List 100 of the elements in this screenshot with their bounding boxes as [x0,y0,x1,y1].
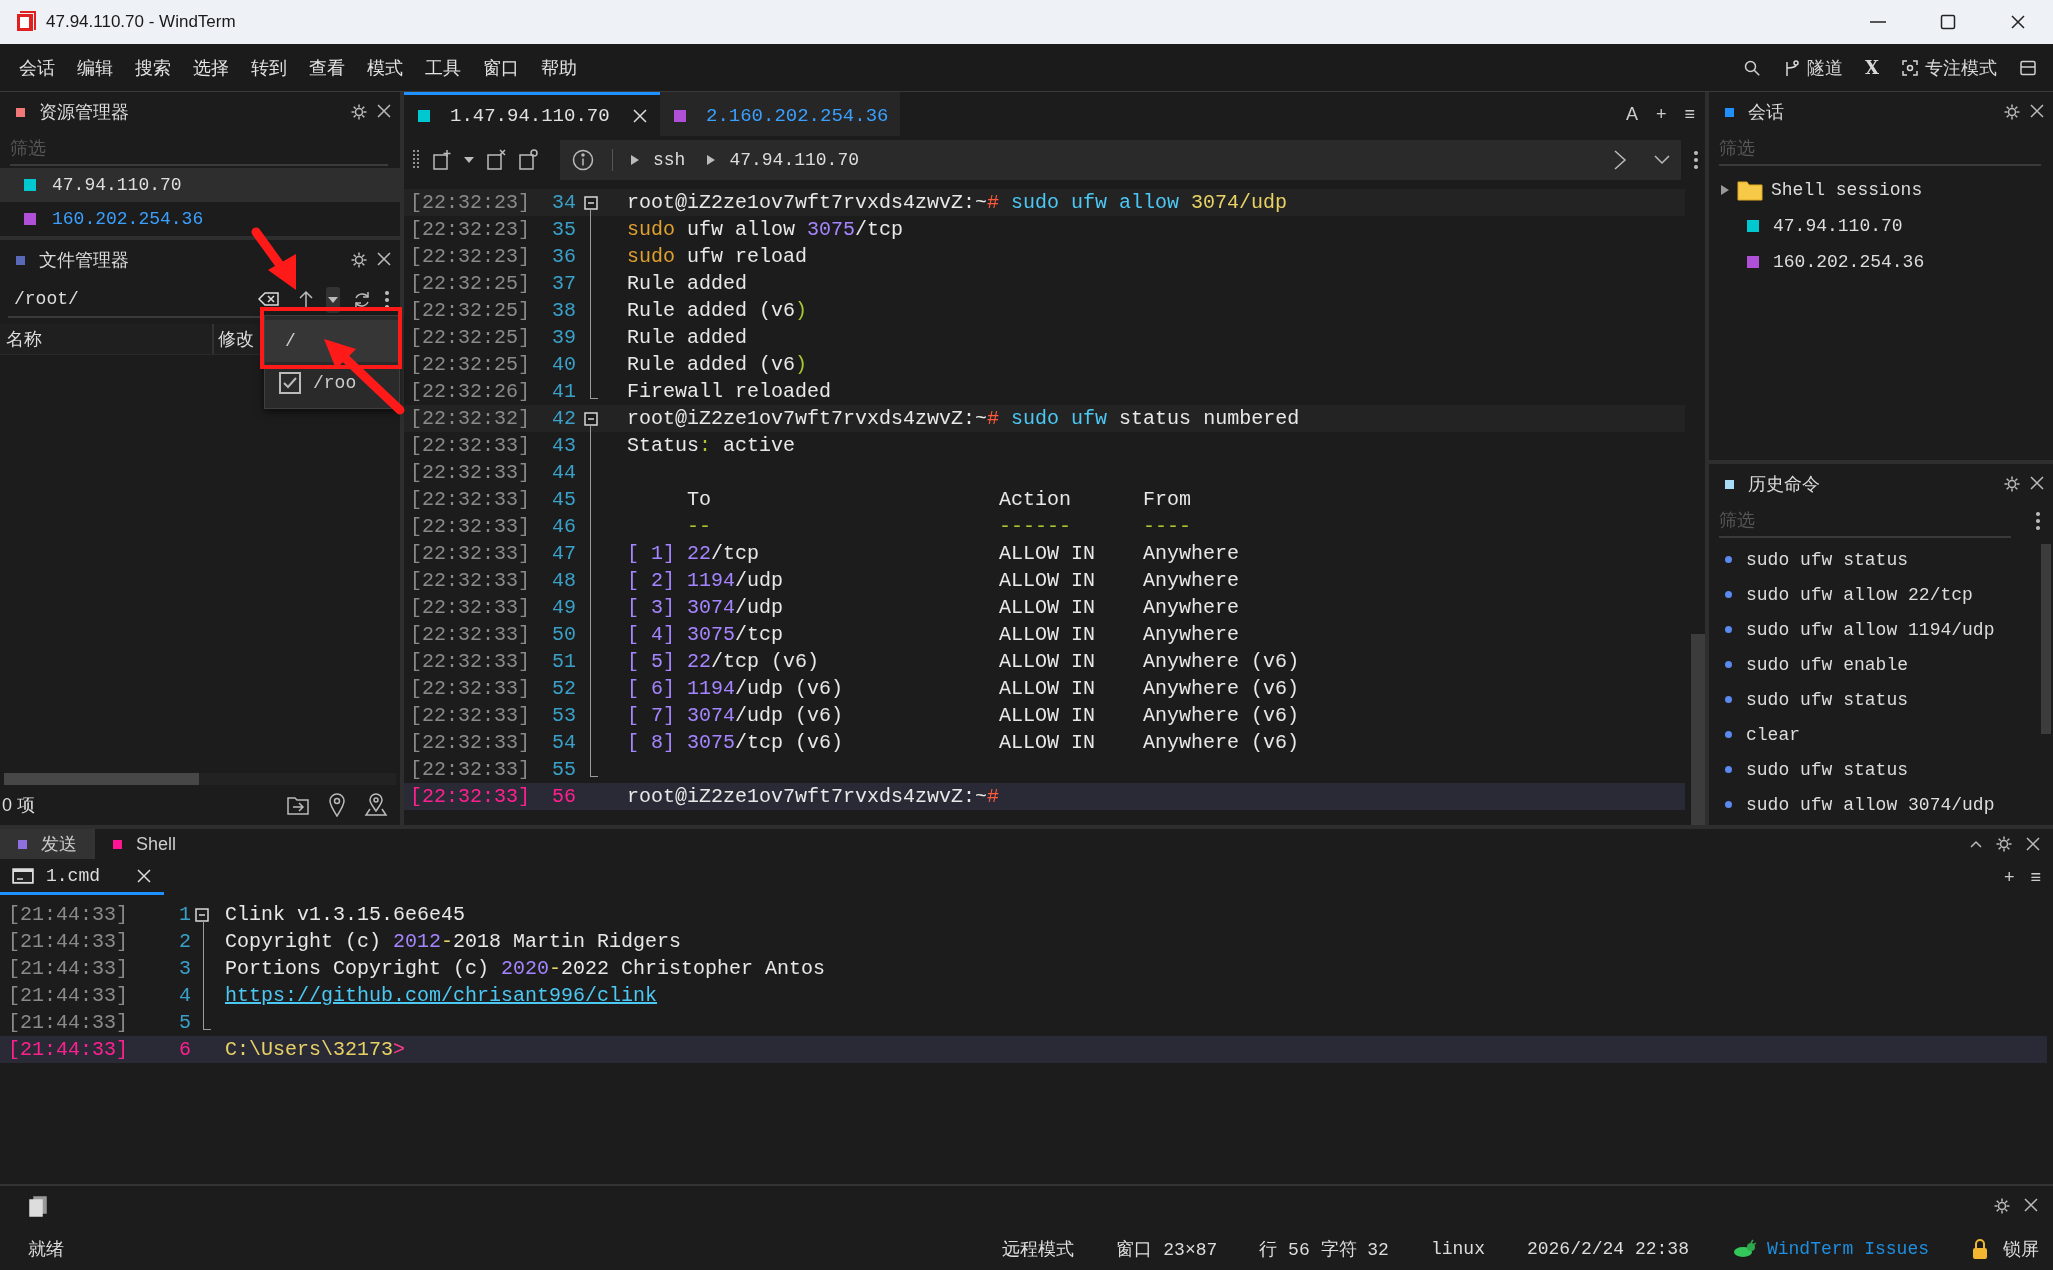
close-icon[interactable] [376,103,392,119]
clear-icon[interactable] [258,291,280,307]
session-tab[interactable]: 2.160.202.254.36 [660,92,901,136]
history-item[interactable]: sudo ufw allow 22/tcp [1746,584,1973,605]
menu-item[interactable]: 查看 [298,55,356,80]
settings-icon[interactable] [350,251,368,269]
filter-field[interactable]: 筛选 [1719,132,2041,166]
folder-arrow-icon[interactable] [286,794,310,816]
settings-icon[interactable] [1993,1197,2011,1215]
triangle-icon [631,155,639,165]
collapsed-arrow-icon[interactable] [1721,185,1729,195]
tab-tool-button[interactable]: ≡ [1684,103,1695,125]
maximize-icon[interactable] [1939,13,1957,31]
settings-icon[interactable] [2003,475,2021,493]
tree-item[interactable]: 47.94.110.70 [1709,208,2053,244]
up-arrow-icon[interactable] [298,290,314,310]
focus-mode-button[interactable]: 专注模式 [1925,55,1997,80]
line-number: 52 [551,677,576,700]
scrollbar-thumb[interactable] [4,773,199,785]
close-icon[interactable] [2029,475,2045,491]
tree-item[interactable]: Shell sessions [1709,172,2053,208]
lock-icon[interactable] [1971,1238,1989,1260]
scrollbar-thumb[interactable] [2041,544,2051,734]
timestamp: [22:32:33] [409,677,532,700]
tab-tool-button[interactable]: + [2003,866,2015,888]
history-item[interactable]: clear [1746,724,1800,745]
refresh-icon[interactable] [352,290,372,310]
resource-item[interactable]: 47.94.110.70 [0,168,400,202]
close-icon[interactable] [2025,836,2041,852]
collapse-icon[interactable] [584,195,598,210]
lock-screen-button[interactable]: 锁屏 [2003,1237,2039,1261]
layout-icon[interactable] [2019,58,2037,77]
location-pin-icon[interactable] [328,793,346,817]
resource-item[interactable]: 160.202.254.36 [0,202,400,236]
menu-item[interactable]: 编辑 [66,55,124,80]
location-pin-icon[interactable] [364,793,388,817]
collapse-icon[interactable] [195,907,209,922]
breadcrumb-item[interactable]: 47.94.110.70 [729,150,860,170]
settings-icon[interactable] [2003,103,2021,121]
chevron-down-icon[interactable] [1653,154,1671,166]
filter-field[interactable]: 筛选 [10,132,388,166]
window-title: 47.94.110.70 - WindTerm [46,12,237,32]
item-count: 0 项 [2,794,36,817]
x-button[interactable]: X [1865,57,1879,78]
info-icon[interactable] [572,149,594,171]
history-item[interactable]: sudo ufw allow 3074/udp [1746,794,1995,815]
checkbox[interactable] [279,372,301,394]
history-item[interactable]: sudo ufw status [1746,689,1909,710]
tab-tool-button[interactable]: A [1625,103,1638,125]
menu-item[interactable]: 转到 [240,55,298,80]
duplicate-tab-icon[interactable] [518,149,538,171]
pages-icon[interactable] [28,1195,48,1217]
issues-link[interactable]: WindTerm Issues [1766,1239,1929,1259]
menu-item[interactable]: 选择 [182,55,240,80]
more-icon[interactable] [384,290,390,310]
chevron-up-icon[interactable] [1969,839,1983,849]
menu-item[interactable]: 搜索 [124,55,182,80]
menu-item[interactable]: / [285,331,296,351]
breadcrumb-item[interactable]: ssh [653,150,686,170]
tab-tool-button[interactable]: + [1655,103,1667,125]
minimize-icon[interactable] [1869,20,1887,24]
panel-tab[interactable]: Shell [95,829,195,859]
tree-item[interactable]: 160.202.254.36 [1709,244,2053,280]
close-icon[interactable] [2010,14,2026,30]
new-tab-icon[interactable] [432,149,452,171]
close-icon[interactable] [2029,103,2045,119]
history-item[interactable]: sudo ufw enable [1746,654,1909,675]
branch-icon[interactable] [1783,58,1802,77]
history-item[interactable]: sudo ufw allow 1194/udp [1746,619,1995,640]
link[interactable]: https://github.com/chrisant996/clink [225,984,658,1007]
tab-tool-button[interactable]: ≡ [2030,866,2041,888]
menu-item[interactable]: 窗口 [472,55,530,80]
chevron-right-icon[interactable] [1613,149,1627,171]
scrollbar-thumb[interactable] [1691,634,1705,825]
filter-field[interactable]: 筛选 [1719,504,2011,538]
menu-item[interactable]: 工具 [414,55,472,80]
caret-icon[interactable] [464,157,474,163]
terminal-tab[interactable]: 1.cmd [0,859,164,895]
menu-item[interactable]: 会话 [8,55,66,80]
terminal-text: Portions Copyright (c) 2020-2022 Christopher Antos [224,957,826,980]
column-header[interactable]: 名称 [0,324,214,354]
close-icon[interactable] [376,251,392,267]
close-tab-icon[interactable] [486,149,506,171]
focus-frame-icon[interactable] [1901,58,1919,77]
history-item[interactable]: sudo ufw status [1746,759,1909,780]
terminal-text: [ 2] 1194/udp ALLOW IN Anywhere [626,569,1240,592]
history-item[interactable]: sudo ufw status [1746,549,1909,570]
collapse-icon[interactable] [584,411,598,426]
more-icon[interactable] [2035,511,2041,531]
panel-tab[interactable]: 发送 [0,829,95,859]
menu-item[interactable]: /roo [313,373,357,393]
close-icon[interactable] [2023,1197,2039,1213]
search-icon[interactable] [1743,58,1762,77]
terminal-text: Firewall reloaded [626,380,832,403]
menu-item[interactable]: 模式 [356,55,414,80]
more-icon[interactable] [1693,150,1699,170]
settings-icon[interactable] [1995,835,2013,853]
tunnel-button[interactable]: 隧道 [1807,55,1844,80]
menu-item[interactable]: 帮助 [530,55,588,80]
settings-icon[interactable] [350,103,368,121]
